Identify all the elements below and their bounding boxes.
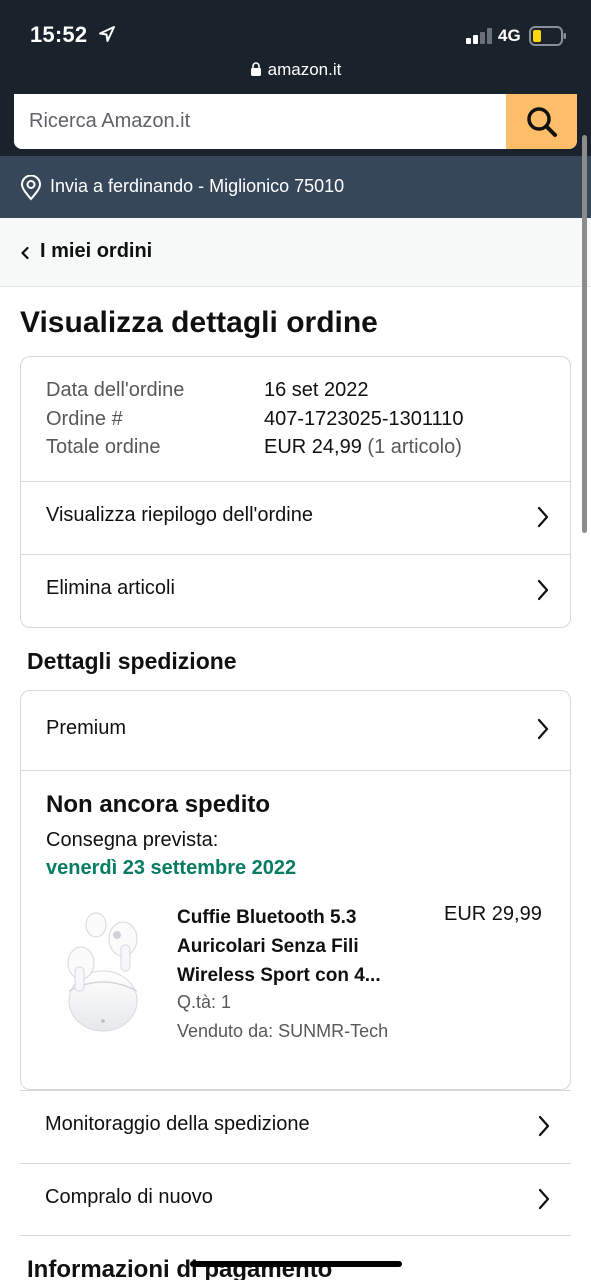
search-input[interactable]	[14, 94, 505, 149]
chevron-left-icon	[21, 246, 29, 260]
chevron-right-icon	[538, 1188, 550, 1210]
battery-icon	[529, 26, 566, 46]
order-number-value: 407-1723025-1301110	[264, 408, 464, 430]
breadcrumb[interactable]: I miei ordini	[0, 218, 591, 287]
scrollbar[interactable]	[582, 135, 587, 533]
buy-again-label: Compralo di nuovo	[45, 1186, 213, 1208]
search-header	[0, 94, 591, 156]
expected-delivery-date: venerdì 23 settembre 2022	[46, 857, 297, 879]
product-image[interactable]	[51, 903, 156, 1043]
chevron-right-icon	[537, 506, 549, 528]
buy-again-row[interactable]: Compralo di nuovo	[20, 1163, 571, 1236]
url-text: amazon.it	[267, 60, 342, 79]
page-title: Visualizza dettagli ordine	[20, 306, 378, 339]
chevron-right-icon	[538, 1115, 550, 1137]
product-seller: Venduto da: SUNMR-Tech	[177, 1021, 389, 1041]
shipping-card: Premium Non ancora spedito Consegna prev…	[20, 690, 571, 1090]
remove-items-link[interactable]: Elimina articoli	[21, 554, 570, 627]
remove-items-label: Elimina articoli	[46, 577, 175, 599]
breadcrumb-label: I miei ordini	[40, 240, 153, 262]
home-indicator[interactable]	[190, 1261, 402, 1267]
chevron-right-icon	[537, 718, 549, 740]
shipping-section-title: Dettagli spedizione	[27, 648, 237, 674]
browser-url[interactable]: amazon.it	[0, 60, 591, 80]
order-total-label: Totale ordine	[46, 436, 161, 458]
order-total-items: (1 articolo)	[367, 436, 462, 458]
order-date-value: 16 set 2022	[264, 379, 369, 401]
order-total-value: EUR 24,99	[264, 436, 362, 458]
payment-section-title: Informazioni di pagamento	[27, 1256, 333, 1280]
search-box	[14, 94, 577, 149]
network-type: 4G	[498, 26, 521, 45]
shipping-method-row[interactable]: Premium	[21, 691, 570, 771]
status-time: 15:52	[30, 22, 88, 47]
search-button[interactable]	[506, 94, 577, 149]
expected-delivery-label: Consegna prevista:	[46, 829, 219, 851]
deliver-to-text: Invia a ferdinando - Miglionico 75010	[50, 176, 345, 196]
shipping-method-label: Premium	[46, 717, 127, 739]
track-shipment-row[interactable]: Monitoraggio della spedizione	[20, 1090, 571, 1163]
signal-icon	[466, 28, 492, 44]
order-number-label: Ordine #	[46, 408, 123, 430]
order-total-row: Totale ordine EUR 24,99 (1 articolo)	[46, 436, 462, 459]
status-bar: 15:52 4G amazon.it	[0, 0, 591, 94]
lock-icon	[250, 62, 261, 76]
search-icon	[526, 106, 557, 137]
order-date-label: Data dell'ordine	[46, 379, 185, 401]
deliver-to-bar[interactable]: Invia a ferdinando - Miglionico 75010	[0, 156, 591, 218]
shipment-status: Non ancora spedito	[46, 791, 271, 818]
track-shipment-label: Monitoraggio della spedizione	[45, 1113, 310, 1135]
chevron-right-icon	[537, 579, 549, 601]
location-arrow-icon	[99, 26, 115, 42]
product-price: EUR 29,99	[444, 903, 542, 925]
product-quantity: Q.tà: 1	[177, 992, 232, 1012]
order-summary-card: Data dell'ordine 16 set 2022 Ordine # 40…	[20, 356, 571, 628]
order-total-value-group: EUR 24,99 (1 articolo)	[264, 436, 462, 459]
order-number-row: Ordine # 407-1723025-1301110	[46, 408, 463, 431]
location-pin-icon	[20, 175, 42, 201]
product-title-link[interactable]: Cuffie Bluetooth 5.3 Auricolari Senza Fi…	[177, 903, 427, 990]
view-order-summary-label: Visualizza riepilogo dell'ordine	[46, 504, 313, 526]
order-date-row: Data dell'ordine 16 set 2022	[46, 379, 369, 402]
view-order-summary-link[interactable]: Visualizza riepilogo dell'ordine	[21, 481, 570, 554]
